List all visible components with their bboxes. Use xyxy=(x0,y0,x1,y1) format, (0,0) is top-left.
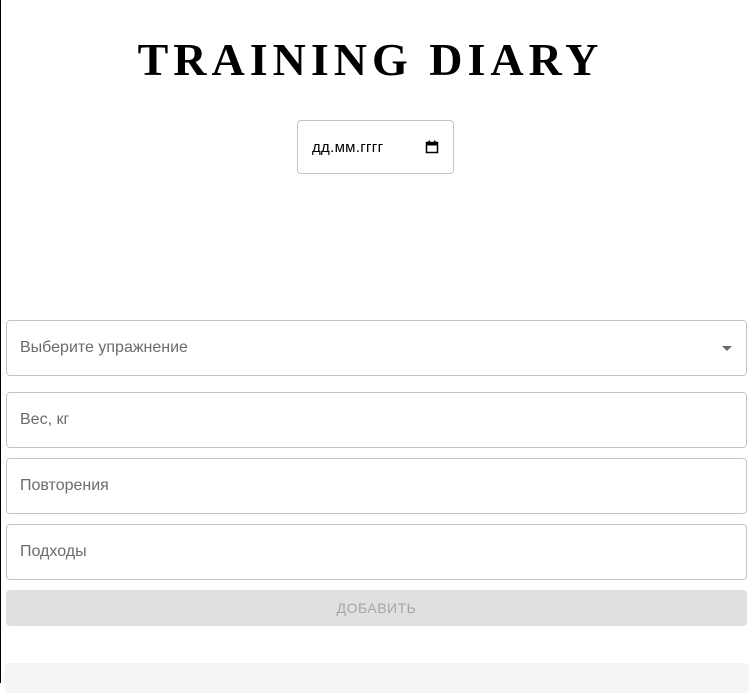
reps-field-placeholder: Повторения xyxy=(20,477,109,494)
add-button[interactable]: ДОБАВИТЬ xyxy=(6,590,747,626)
page-title: TRAINING DIARY xyxy=(137,34,604,85)
exercise-select[interactable]: Выберите упражнение xyxy=(6,320,747,376)
date-input-placeholder: дд.мм.гггг xyxy=(312,138,384,156)
calendar-icon[interactable] xyxy=(425,140,439,154)
chevron-down-icon xyxy=(722,345,732,351)
weight-field-placeholder: Вес, кг xyxy=(20,411,70,428)
left-border xyxy=(0,0,1,683)
exercise-select-placeholder: Выберите упражнение xyxy=(20,339,188,356)
sets-field[interactable]: Подходы xyxy=(6,524,747,580)
reps-field[interactable]: Повторения xyxy=(6,458,747,514)
weight-field[interactable]: Вес, кг xyxy=(6,392,747,448)
sets-field-placeholder: Подходы xyxy=(20,543,87,560)
entries-panel xyxy=(4,663,749,693)
date-input[interactable]: дд.мм.гггг xyxy=(297,120,454,174)
